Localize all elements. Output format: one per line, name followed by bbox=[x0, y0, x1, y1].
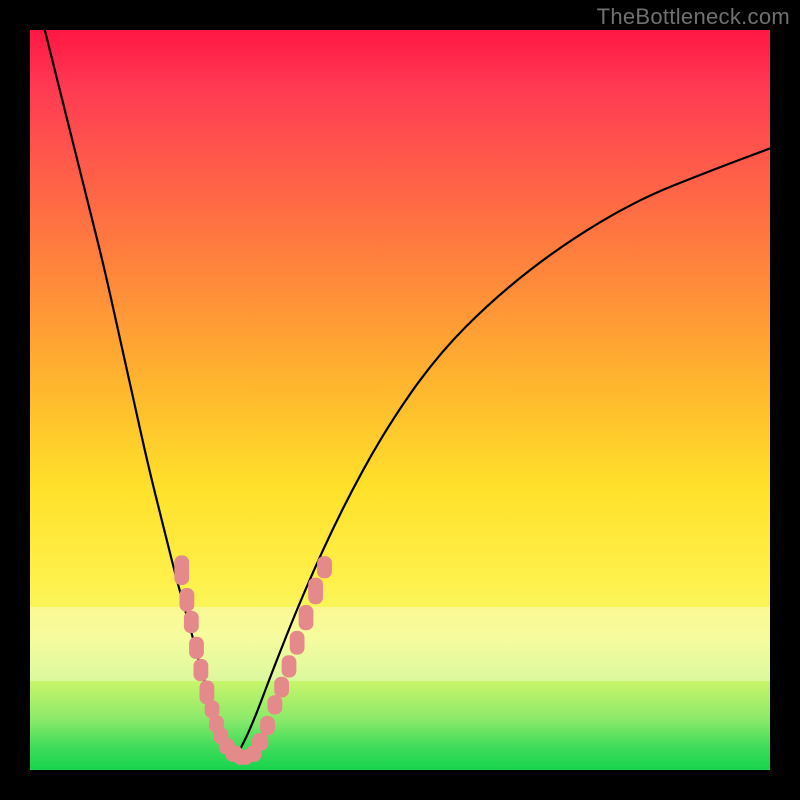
data-marker bbox=[268, 695, 283, 714]
chart-frame: TheBottleneck.com bbox=[0, 0, 800, 800]
watermark-text: TheBottleneck.com bbox=[597, 4, 790, 30]
data-marker bbox=[260, 716, 275, 735]
data-marker bbox=[180, 588, 195, 612]
data-marker bbox=[299, 605, 314, 630]
data-marker bbox=[184, 611, 199, 633]
v-curve-left bbox=[45, 30, 237, 755]
v-curve-right bbox=[237, 148, 770, 755]
data-marker bbox=[274, 677, 289, 698]
data-marker bbox=[290, 631, 305, 655]
data-marker bbox=[174, 555, 189, 585]
plot-area bbox=[30, 30, 770, 770]
curve-layer bbox=[30, 30, 770, 770]
data-marker bbox=[317, 556, 332, 578]
data-marker bbox=[252, 733, 268, 751]
data-marker bbox=[194, 659, 209, 681]
marker-group bbox=[174, 555, 332, 764]
data-marker bbox=[308, 578, 323, 605]
data-marker bbox=[189, 637, 204, 659]
data-marker bbox=[282, 655, 297, 677]
